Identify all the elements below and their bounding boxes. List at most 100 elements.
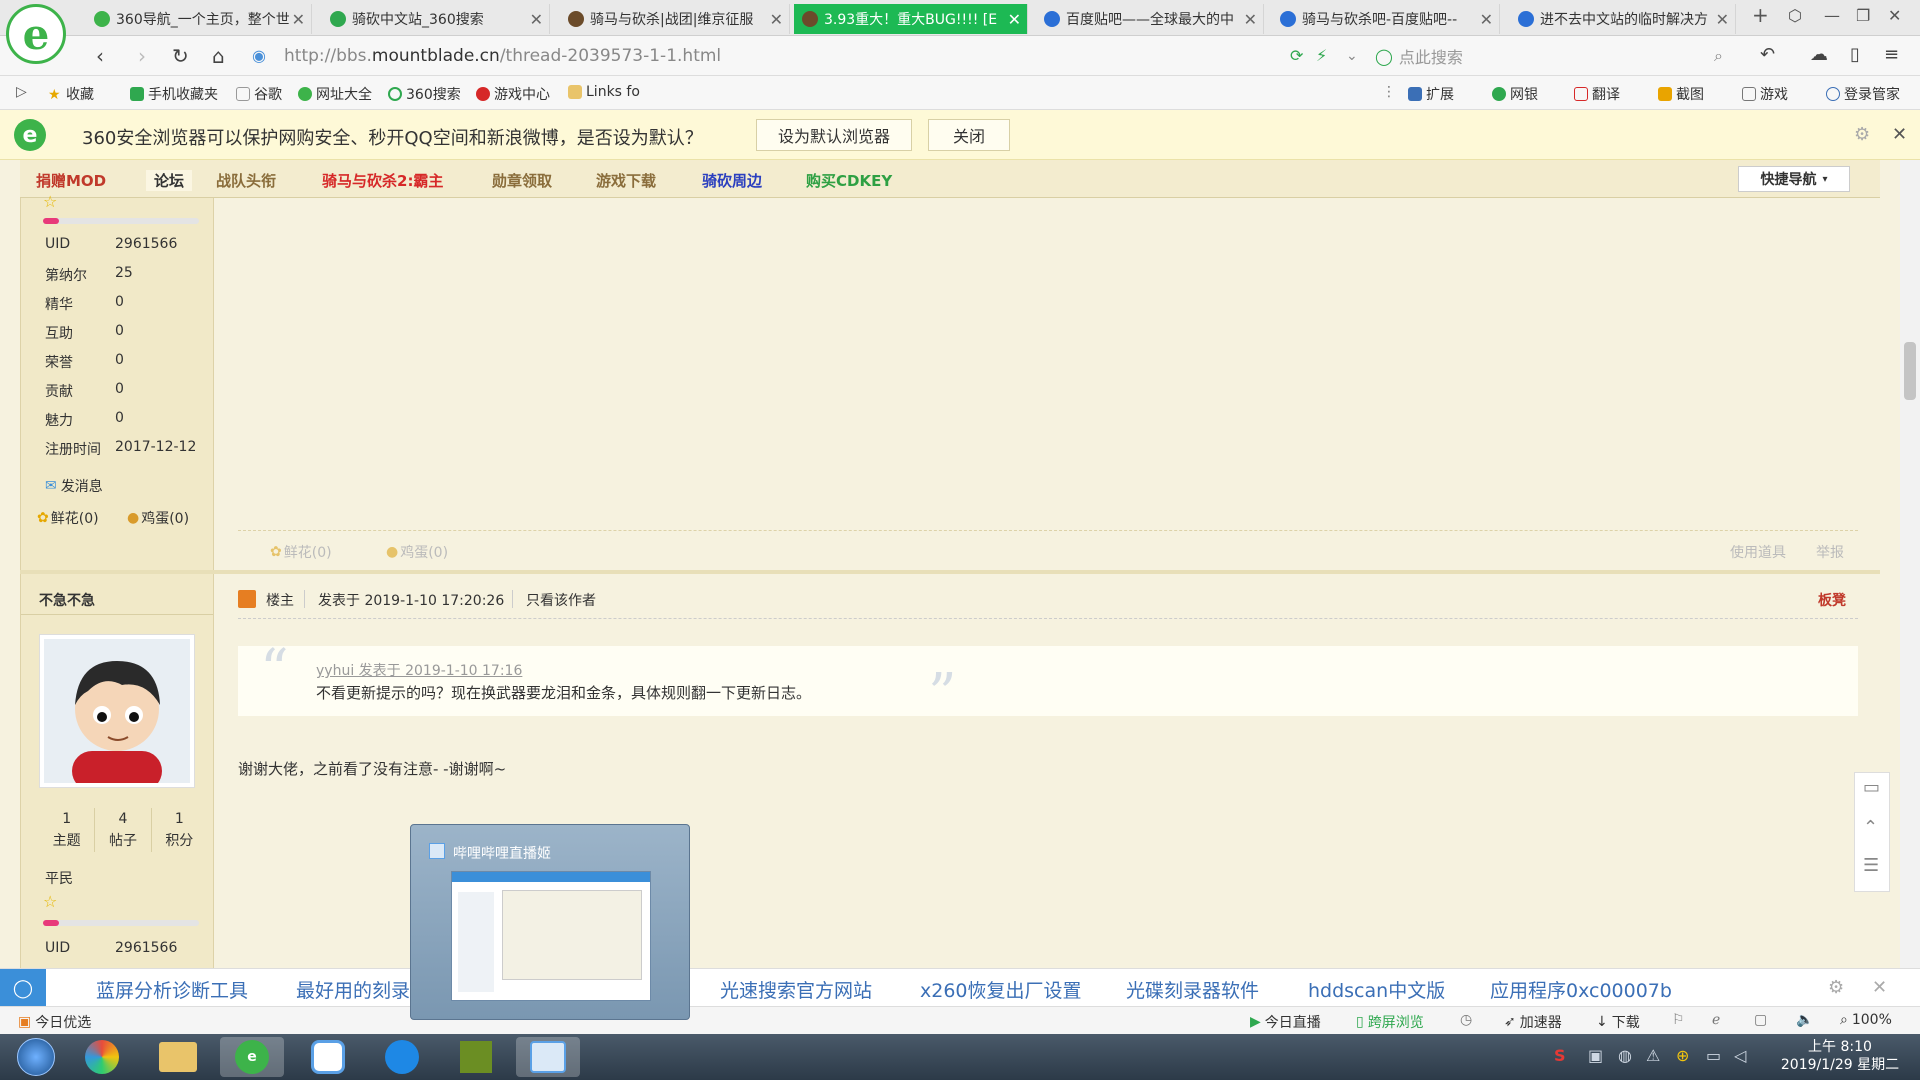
hot-link[interactable]: 应用程序0xc00007b: [1490, 976, 1672, 1003]
post-eggs[interactable]: ● 鸡蛋(0): [386, 542, 448, 562]
browser-logo-icon[interactable]: e: [6, 4, 66, 64]
browser-tab[interactable]: 骑砍中文站_360搜索 ✕: [322, 4, 550, 34]
taskbar-app[interactable]: [370, 1037, 434, 1077]
send-message-link[interactable]: ✉ 发消息: [45, 476, 103, 496]
count-points[interactable]: 1 积分: [152, 808, 207, 852]
page-info-icon[interactable]: ◉: [252, 46, 266, 65]
network-icon[interactable]: ⚠: [1646, 1046, 1660, 1065]
gear-icon[interactable]: ⚙: [1854, 124, 1870, 145]
taskbar-app[interactable]: [444, 1037, 508, 1077]
toolbar-bank[interactable]: 网银: [1492, 84, 1538, 104]
close-icon[interactable]: ✕: [530, 10, 543, 29]
taskbar-app[interactable]: [296, 1037, 360, 1077]
hot-link[interactable]: x260恢复出厂设置: [920, 976, 1082, 1003]
taskbar-preview[interactable]: 哔哩哔哩直播姬: [410, 824, 690, 1020]
start-button[interactable]: [4, 1037, 68, 1077]
bookmark-item[interactable]: 游戏中心: [476, 84, 550, 104]
browser-tab[interactable]: 骑马与砍杀吧-百度贴吧-- ✕: [1272, 4, 1500, 34]
toolbar-extensions[interactable]: 扩展: [1408, 84, 1454, 104]
report-link[interactable]: 举报: [1816, 542, 1844, 562]
post-flowers[interactable]: ✿ 鲜花(0): [270, 542, 332, 562]
nav-merch[interactable]: 骑砍周边: [702, 170, 762, 191]
nav-medals[interactable]: 勋章领取: [492, 170, 552, 191]
quick-nav-button[interactable]: 快捷导航 ▾: [1738, 166, 1850, 192]
search-icon[interactable]: ◯: [0, 969, 46, 1007]
minimize-icon[interactable]: —: [1824, 6, 1840, 25]
nav-team-titles[interactable]: 战队头衔: [216, 170, 276, 191]
hot-link[interactable]: 蓝屏分析诊断工具: [96, 976, 248, 1003]
maximize-icon[interactable]: ❐: [1856, 6, 1870, 25]
stat-value[interactable]: 2961566: [115, 940, 177, 956]
browser-tab[interactable]: 360导航_一个主页，整个世 ✕: [86, 4, 312, 34]
download-link[interactable]: ↓ 下载: [1596, 1012, 1640, 1032]
taskbar-app-active[interactable]: [516, 1037, 580, 1077]
ie-icon[interactable]: ℯ: [1712, 1012, 1720, 1028]
avatar[interactable]: [39, 634, 195, 791]
close-icon[interactable]: ✕: [1892, 124, 1907, 145]
new-tab-icon[interactable]: +: [1752, 3, 1769, 27]
ime-icon[interactable]: S: [1554, 1046, 1566, 1065]
close-icon[interactable]: ✕: [770, 10, 783, 29]
volume-icon[interactable]: 🔈: [1796, 1012, 1813, 1028]
window-icon[interactable]: ▢: [1754, 1012, 1767, 1028]
zoom-control[interactable]: ⌕ 100%: [1840, 1012, 1892, 1028]
restore-tabs-icon[interactable]: ⬡: [1788, 6, 1802, 25]
browser-tab-active[interactable]: 3.93重大！重大BUG!!!! [E ✕: [794, 4, 1028, 34]
flag-icon[interactable]: ⚐: [1672, 1012, 1685, 1028]
author-name[interactable]: 不急不急: [39, 590, 95, 610]
gear-icon[interactable]: ⚙: [1828, 977, 1844, 998]
close-icon[interactable]: ✕: [1716, 10, 1729, 29]
browser-tab[interactable]: 百度贴吧——全球最大的中 ✕: [1036, 4, 1264, 34]
floor-label[interactable]: 板凳: [1818, 590, 1846, 610]
eggs-link[interactable]: ● 鸡蛋(0): [127, 508, 189, 528]
monitor-icon[interactable]: ▭: [1706, 1046, 1721, 1065]
scrollbar-thumb[interactable]: [1904, 342, 1916, 400]
back-icon[interactable]: ‹: [96, 44, 104, 68]
bookmark-item[interactable]: 手机收藏夹: [130, 84, 218, 104]
menu-icon[interactable]: ≡: [1884, 44, 1899, 65]
close-icon[interactable]: ✕: [1480, 10, 1493, 29]
bookmark-item[interactable]: Links fo: [568, 84, 640, 100]
nav-bannerlord[interactable]: 骑马与砍杀2:霸主: [322, 170, 443, 191]
bookmark-item[interactable]: 360搜索: [388, 84, 461, 104]
reload-icon[interactable]: ↻: [172, 44, 189, 68]
use-tool-link[interactable]: 使用道具: [1730, 542, 1786, 562]
stat-value[interactable]: 2961566: [115, 236, 177, 252]
nav-downloads[interactable]: 游戏下载: [596, 170, 656, 191]
home-icon[interactable]: ⌂: [212, 44, 225, 68]
set-default-button[interactable]: 设为默认浏览器: [756, 119, 912, 151]
count-threads[interactable]: 1 主题: [39, 808, 96, 852]
toolbar-games[interactable]: 游戏: [1742, 84, 1788, 104]
nav-forum[interactable]: 论坛: [146, 170, 193, 191]
nav-cdkey[interactable]: 购买CDKEY: [806, 170, 892, 191]
clock[interactable]: 上午 8:10 2019/1/29 星期二: [1770, 1038, 1910, 1074]
hot-link[interactable]: 光碟刻录器软件: [1126, 976, 1259, 1003]
browser-tab[interactable]: 进不去中文站的临时解决方 ✕: [1510, 4, 1736, 34]
nav-donate-mod[interactable]: 捐赠MOD: [36, 170, 106, 191]
toolbar-screenshot[interactable]: 截图: [1658, 84, 1704, 104]
close-icon[interactable]: ✕: [292, 10, 305, 29]
undo-icon[interactable]: ↶: [1760, 44, 1775, 65]
taskbar-app[interactable]: [70, 1037, 134, 1077]
bookmark-item[interactable]: 谷歌: [236, 84, 282, 104]
toolbar-login[interactable]: 登录管家: [1826, 84, 1900, 104]
chevron-down-icon[interactable]: ⌄: [1346, 48, 1358, 64]
cloud-icon[interactable]: ☁: [1810, 44, 1828, 65]
hot-link[interactable]: hddscan中文版: [1308, 976, 1445, 1003]
quote-meta[interactable]: yyhui 发表于 2019-1-10 17:16: [316, 660, 522, 680]
live-link[interactable]: ▶ 今日直播: [1250, 1012, 1321, 1032]
taskbar-app[interactable]: [146, 1037, 210, 1077]
lightning-icon[interactable]: ⚡: [1316, 46, 1327, 65]
refresh-accel-icon[interactable]: ⟳: [1290, 46, 1303, 65]
bookmark-item[interactable]: 网址大全: [298, 84, 372, 104]
daily-picks[interactable]: ▣ 今日优选: [18, 1012, 91, 1032]
browser-tab[interactable]: 骑马与砍杀|战团|维京征服 ✕: [560, 4, 790, 34]
flowers-link[interactable]: ✿ 鲜花(0): [37, 508, 99, 528]
bookmark-item[interactable]: ★ 收藏: [48, 84, 94, 104]
window-close-icon[interactable]: ✕: [1888, 6, 1901, 25]
comment-icon[interactable]: ▭: [1863, 777, 1880, 798]
security-icon[interactable]: ⊕: [1676, 1046, 1689, 1065]
close-icon[interactable]: ✕: [1244, 10, 1257, 29]
back-to-top-icon[interactable]: ⌃: [1863, 817, 1878, 838]
scrollbar[interactable]: [1900, 160, 1920, 968]
